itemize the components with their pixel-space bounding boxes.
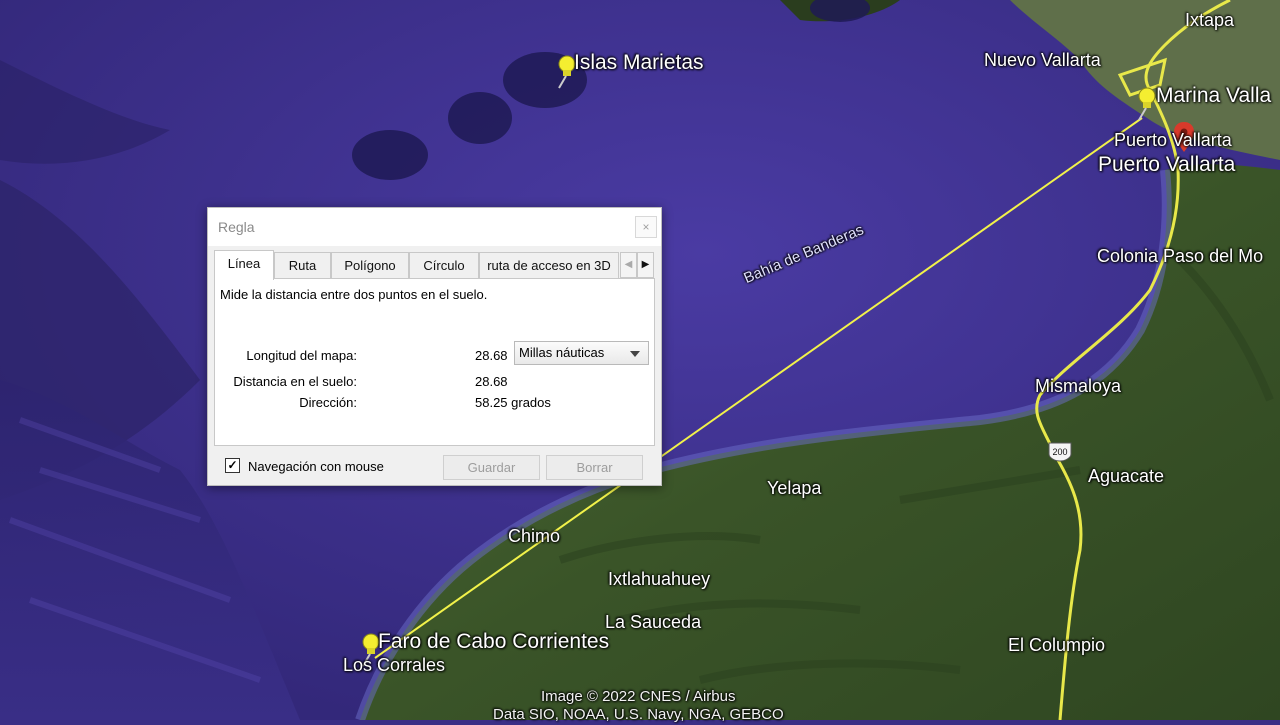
heading-value: 58.25 grados xyxy=(475,395,551,410)
label-faro-de-cabo-corrientes[interactable]: Faro de Cabo Corrientes xyxy=(378,630,609,654)
close-icon[interactable]: × xyxy=(635,216,657,238)
tab-scroll-left-icon[interactable]: ◀ xyxy=(620,252,637,278)
dialog-titlebar[interactable]: Regla × xyxy=(208,208,661,246)
imagery-credit: Image © 2022 CNES / Airbus xyxy=(541,688,736,705)
label-aguacate[interactable]: Aguacate xyxy=(1088,466,1164,487)
label-ixtapa[interactable]: Ixtapa xyxy=(1185,10,1234,31)
label-marina-vallarta[interactable]: Marina Valla xyxy=(1156,84,1271,108)
ruler-dialog: Regla × Línea Ruta Polígono Círculo ruta… xyxy=(207,207,662,486)
unit-selected-value: Millas náuticas xyxy=(519,345,605,360)
map-length-value: 28.68 xyxy=(475,348,508,363)
label-el-columpio[interactable]: El Columpio xyxy=(1008,635,1105,656)
chevron-down-icon xyxy=(630,351,640,357)
label-los-corrales[interactable]: Los Corrales xyxy=(343,655,445,676)
label-colonia-paso-del-mo[interactable]: Colonia Paso del Mo xyxy=(1097,246,1263,267)
clear-button[interactable]: Borrar xyxy=(546,455,643,480)
dialog-title: Regla xyxy=(218,219,255,235)
tab-poligono[interactable]: Polígono xyxy=(331,252,409,278)
label-puerto-vallarta[interactable]: Puerto Vallarta xyxy=(1114,130,1232,151)
map-length-label: Longitud del mapa: xyxy=(246,348,357,363)
tab-bar: Línea Ruta Polígono Círculo ruta de acce… xyxy=(214,250,654,280)
line-tab-panel: Mide la distancia entre dos puntos en el… xyxy=(214,278,655,446)
mouse-navigation-checkbox[interactable]: ✓ xyxy=(225,458,240,473)
label-yelapa[interactable]: Yelapa xyxy=(767,478,821,499)
ground-distance-value: 28.68 xyxy=(475,374,508,389)
tab-linea[interactable]: Línea xyxy=(214,250,274,280)
data-credit: Data SIO, NOAA, U.S. Navy, NGA, GEBCO xyxy=(493,706,784,723)
label-puerto-vallarta-city[interactable]: Puerto Vallarta xyxy=(1098,153,1235,177)
tab-scroll-right-icon[interactable]: ▶ xyxy=(637,252,654,278)
label-nuevo-vallarta[interactable]: Nuevo Vallarta xyxy=(984,50,1101,71)
highway-shield-icon: 200 xyxy=(1048,442,1072,462)
save-button[interactable]: Guardar xyxy=(443,455,540,480)
panel-description: Mide la distancia entre dos puntos en el… xyxy=(220,287,488,302)
tab-circulo[interactable]: Círculo xyxy=(409,252,479,278)
label-la-sauceda[interactable]: La Sauceda xyxy=(605,612,701,633)
tab-ruta-3d[interactable]: ruta de acceso en 3D xyxy=(479,252,619,278)
label-ixtlahuahuey[interactable]: Ixtlahuahuey xyxy=(608,569,710,590)
unit-select[interactable]: Millas náuticas xyxy=(514,341,649,365)
highway-number: 200 xyxy=(1052,447,1067,457)
label-islas-marietas[interactable]: Islas Marietas xyxy=(574,51,704,75)
tab-ruta[interactable]: Ruta xyxy=(274,252,331,278)
heading-label: Dirección: xyxy=(299,395,357,410)
mouse-navigation-label[interactable]: Navegación con mouse xyxy=(248,459,384,474)
label-chimo[interactable]: Chimo xyxy=(508,526,560,547)
pushpin-icon[interactable] xyxy=(1132,86,1158,122)
label-mismaloya[interactable]: Mismaloya xyxy=(1035,376,1121,397)
ground-distance-label: Distancia en el suelo: xyxy=(233,374,357,389)
